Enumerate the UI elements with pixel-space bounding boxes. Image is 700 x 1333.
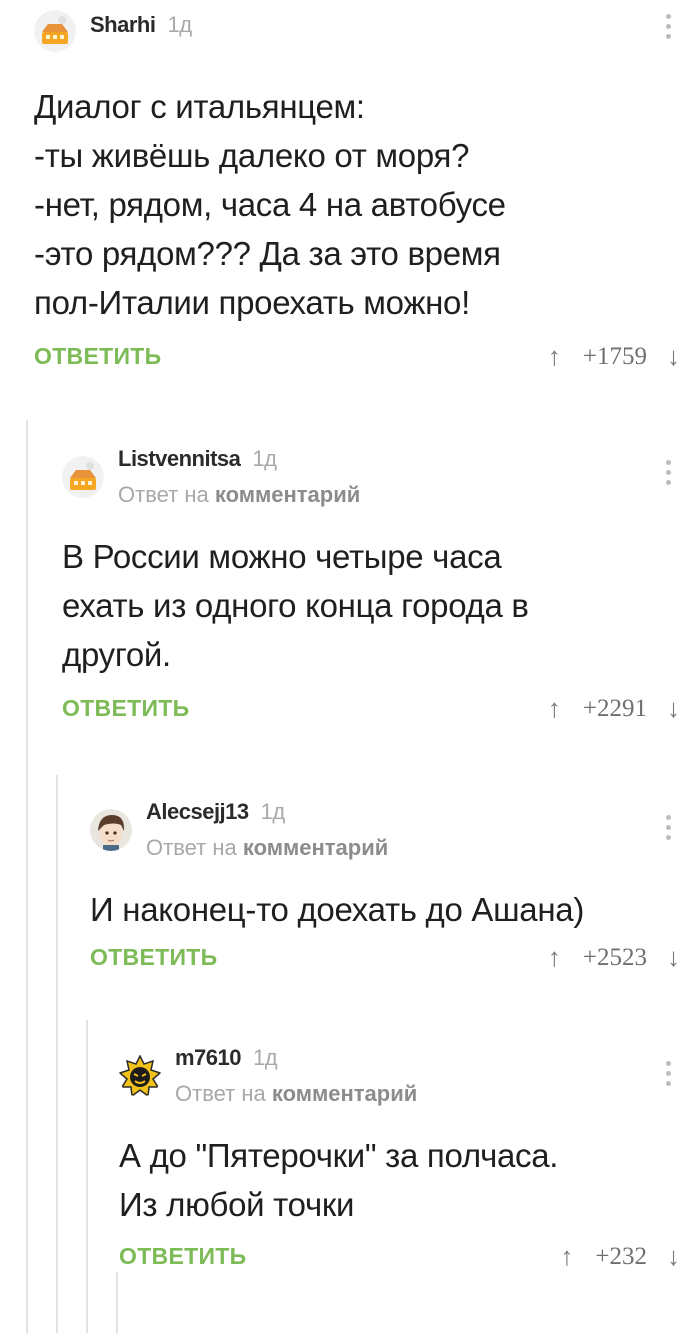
reply-to: Ответ на комментарий xyxy=(175,1081,418,1106)
reply-button[interactable]: ОТВЕТИТЬ xyxy=(119,1243,246,1270)
comment-text: В России можно четыре часа ехать из одно… xyxy=(62,538,529,673)
comment-text: Диалог с итальянцем: -ты живёшь далеко о… xyxy=(34,88,506,321)
reply-button[interactable]: ОТВЕТИТЬ xyxy=(62,695,189,722)
comment-header: Sharhi 1д xyxy=(34,10,700,58)
reply-to: Ответ на комментарий xyxy=(146,835,389,860)
pikabu-default-avatar-icon xyxy=(62,456,104,498)
avatar[interactable] xyxy=(90,809,132,851)
anime-character-avatar-icon xyxy=(90,809,132,851)
avatar[interactable] xyxy=(119,1055,161,1097)
more-options-icon[interactable] xyxy=(666,815,672,840)
reply-to-link[interactable]: комментарий xyxy=(272,1081,417,1106)
upvote-arrow-icon[interactable]: ↑ xyxy=(548,693,561,724)
comment-actions: ОТВЕТИТЬ ↑ +1759 ↓ xyxy=(34,341,700,383)
comment-sharhi: Sharhi 1д Диалог с итальянцем: -ты живёшь… xyxy=(34,10,700,383)
comment-actions: ОТВЕТИТЬ ↑ +232 ↓ xyxy=(119,1241,700,1283)
downvote-arrow-icon[interactable]: ↓ xyxy=(667,1241,680,1272)
comment-text: А до "Пятерочки" за полчаса. Из любой то… xyxy=(119,1137,559,1223)
reply-to-link[interactable]: комментарий xyxy=(243,835,388,860)
downvote-arrow-icon[interactable]: ↓ xyxy=(667,341,680,372)
timestamp: 1д xyxy=(253,1045,278,1070)
reply-to: Ответ на комментарий xyxy=(118,482,361,507)
timestamp: 1д xyxy=(252,446,277,471)
username[interactable]: Sharhi 1д xyxy=(90,12,192,38)
avatar[interactable] xyxy=(62,456,104,498)
username[interactable]: Listvennitsa 1д xyxy=(118,446,277,472)
bomb-face-avatar-icon xyxy=(119,1055,161,1097)
thread-line-level-3 xyxy=(86,1020,88,1333)
comment-m7610: m7610 1д Ответ на комментарий А до "Пятер… xyxy=(119,1043,700,1283)
username[interactable]: Alecsejj13 1д xyxy=(146,799,285,825)
upvote-arrow-icon[interactable]: ↑ xyxy=(560,1241,573,1272)
comment-header: Alecsejj13 1д Ответ на комментарий xyxy=(90,797,700,871)
downvote-arrow-icon[interactable]: ↓ xyxy=(667,942,680,973)
downvote-arrow-icon[interactable]: ↓ xyxy=(667,693,680,724)
timestamp: 1д xyxy=(167,12,192,37)
rating: +232 xyxy=(595,1242,647,1270)
more-options-icon[interactable] xyxy=(666,460,672,485)
reply-to-link[interactable]: комментарий xyxy=(215,482,360,507)
vote-controls: ↑ +232 ↓ xyxy=(560,1241,680,1272)
comment-text: И наконец-то доехать до Ашана) xyxy=(90,891,585,928)
thread-line-level-4 xyxy=(116,1272,118,1333)
comment-alecsejj13: Alecsejj13 1д Ответ на комментарий И нако… xyxy=(90,797,700,984)
timestamp: 1д xyxy=(260,799,286,824)
vote-controls: ↑ +1759 ↓ xyxy=(548,341,680,372)
comment-actions: ОТВЕТИТЬ ↑ +2291 ↓ xyxy=(62,693,700,735)
comment-header: Listvennitsa 1д Ответ на комментарий xyxy=(62,444,700,518)
comment-header: m7610 1д Ответ на комментарий xyxy=(119,1043,700,1117)
avatar[interactable] xyxy=(34,10,76,52)
vote-controls: ↑ +2291 ↓ xyxy=(548,693,680,724)
upvote-arrow-icon[interactable]: ↑ xyxy=(548,942,561,973)
comment-actions: ОТВЕТИТЬ ↑ +2523 ↓ xyxy=(90,942,700,984)
more-options-icon[interactable] xyxy=(666,14,672,39)
vote-controls: ↑ +2523 ↓ xyxy=(548,942,680,973)
reply-button[interactable]: ОТВЕТИТЬ xyxy=(90,944,217,971)
comment-listvennitsa: Listvennitsa 1д Ответ на комментарий В Ро… xyxy=(62,444,700,735)
reply-button[interactable]: ОТВЕТИТЬ xyxy=(34,343,161,370)
thread-line-level-2 xyxy=(56,775,58,1333)
username[interactable]: m7610 1д xyxy=(175,1045,278,1071)
rating: +2523 xyxy=(582,943,647,971)
upvote-arrow-icon[interactable]: ↑ xyxy=(548,341,561,372)
rating: +2291 xyxy=(582,694,647,722)
thread-line-level-1 xyxy=(26,420,28,1333)
pikabu-default-avatar-icon xyxy=(34,10,76,52)
more-options-icon[interactable] xyxy=(666,1061,672,1086)
rating: +1759 xyxy=(582,342,647,370)
